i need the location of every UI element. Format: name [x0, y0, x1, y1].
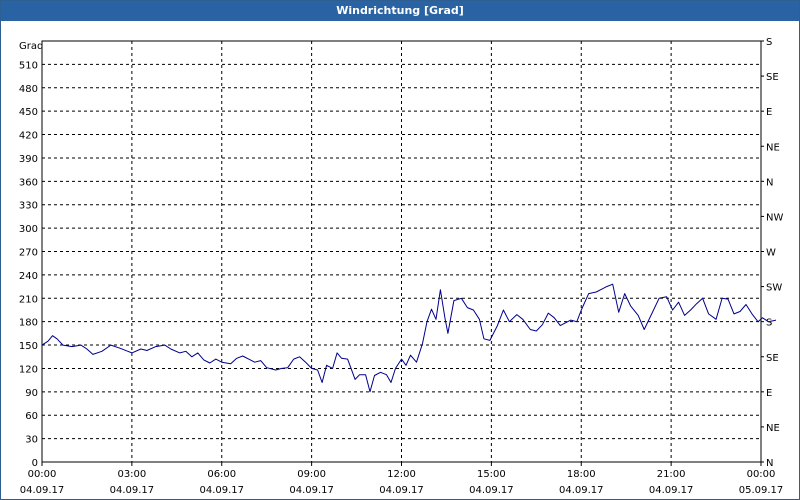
- x-tick-time-label: 21:00: [657, 469, 686, 480]
- y-tick-label: 210: [19, 294, 38, 305]
- x-axis-ticks: 00:00 04.09.17 03:00 04.09.17 06:00 04.09.17 0…: [20, 462, 784, 496]
- x-tick-time-label: 09:00: [297, 469, 326, 480]
- x-tick-date-label: 04.09.17: [199, 485, 244, 496]
- y-tick-label: 120: [19, 364, 38, 375]
- grid-lines: [42, 41, 761, 462]
- y-tick-label: 480: [19, 84, 38, 95]
- x-tick-date-label: 04.09.17: [559, 485, 604, 496]
- x-tick-time-label: 00:00: [747, 469, 776, 480]
- y-tick-label: 300: [19, 224, 38, 235]
- x-tick-date-label: 04.09.17: [649, 485, 694, 496]
- x-tick-date-label: 04.09.17: [20, 485, 65, 496]
- y-tick-label: 450: [19, 107, 38, 118]
- series-line-0: [41, 283, 777, 393]
- y-tick-label: 510: [19, 60, 38, 71]
- right-tick-label: N: [766, 177, 773, 188]
- y-tick-label: 0: [32, 458, 38, 469]
- right-tick-label: S: [766, 37, 772, 48]
- x-tick-date-label: 04.09.17: [110, 485, 155, 496]
- right-tick-label: N: [766, 458, 773, 469]
- right-tick-label: NE: [766, 423, 780, 434]
- right-tick-label: W: [766, 248, 776, 259]
- x-tick-date-label: 04.09.17: [379, 485, 424, 496]
- y-tick-label: 330: [19, 201, 38, 212]
- y-tick-label: 360: [19, 177, 38, 188]
- right-tick-label: NW: [766, 212, 783, 223]
- wind-direction-chart: Grad 0 30 60 90 120 150 180 210 240 270 300 330 360 3…: [19, 37, 784, 496]
- right-tick-label: E: [766, 107, 772, 118]
- x-tick-date-label: 05.09.17: [739, 485, 784, 496]
- y-tick-label: 60: [25, 411, 38, 422]
- x-tick-time-label: 12:00: [387, 469, 416, 480]
- x-tick-date-label: 04.09.17: [289, 485, 334, 496]
- x-tick-time-label: 06:00: [207, 469, 236, 480]
- y-axis-label: Grad: [19, 41, 43, 52]
- x-tick-time-label: 18:00: [567, 469, 596, 480]
- series-group: [41, 283, 777, 393]
- right-axis-ticks: N NE E SE S SW W NW N NE E SE S: [761, 37, 783, 469]
- y-tick-label: 420: [19, 131, 38, 142]
- left-axis-ticks: 0 30 60 90 120 150 180 210 240 270 300 330 360 390 420…: [19, 60, 38, 469]
- y-tick-label: 90: [25, 388, 38, 399]
- right-tick-label: SE: [766, 72, 779, 83]
- y-tick-label: 30: [25, 435, 38, 446]
- y-tick-label: 240: [19, 271, 38, 282]
- y-tick-label: 180: [19, 318, 38, 329]
- right-tick-label: SE: [766, 353, 779, 364]
- right-tick-label: SW: [766, 283, 782, 294]
- right-tick-label: E: [766, 388, 772, 399]
- right-tick-label: S: [766, 318, 772, 329]
- right-tick-label: NE: [766, 142, 780, 153]
- x-tick-date-label: 04.09.17: [469, 485, 514, 496]
- y-tick-label: 390: [19, 154, 38, 165]
- y-tick-label: 150: [19, 341, 38, 352]
- chart-window: Windrichtung [Grad] Grad 0 30 60 90 120 150 18…: [0, 0, 800, 500]
- x-tick-time-label: 00:00: [28, 469, 57, 480]
- y-tick-label: 270: [19, 248, 38, 259]
- x-tick-time-label: 15:00: [477, 469, 506, 480]
- x-tick-time-label: 03:00: [117, 469, 146, 480]
- window-title: Windrichtung [Grad]: [1, 1, 799, 21]
